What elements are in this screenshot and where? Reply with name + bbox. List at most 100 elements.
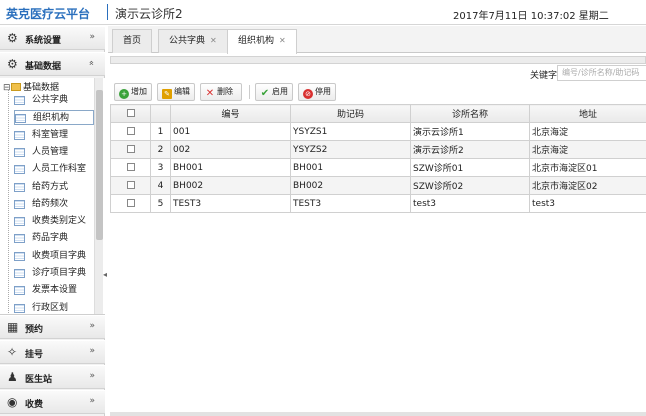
tree-item[interactable]: 诊疗项目字典 — [14, 266, 94, 281]
row-number: 3 — [150, 158, 171, 177]
checkbox-box[interactable] — [126, 163, 135, 171]
edit-icon: ✎ — [162, 89, 172, 99]
checkbox-box[interactable] — [126, 145, 135, 153]
list-icon — [14, 199, 25, 209]
header-divider — [107, 4, 108, 20]
tab-label: 组织机构 — [238, 36, 275, 46]
disable-button[interactable]: ⊘ 停用 — [298, 83, 336, 101]
select-all-checkbox[interactable] — [110, 104, 151, 123]
grid-header-row: 编号 助记码 诊所名称 地址 — [110, 104, 646, 123]
add-button[interactable]: + 增加 — [114, 83, 152, 101]
tree-item[interactable]: 公共字典 — [14, 93, 94, 108]
sidebar-section-system-settings[interactable]: ⚙ 系统设置 » — [0, 26, 105, 50]
cell-mnemonic: BH001 — [290, 158, 411, 177]
column-header-mnemonic[interactable]: 助记码 — [290, 104, 411, 123]
delete-button[interactable]: ✕ 删除 — [200, 83, 242, 101]
list-icon — [14, 251, 25, 261]
table-row[interactable]: 1 001 YSYZS1 演示云诊所1 北京海淀 — [110, 122, 646, 141]
tree-item-label: 收费类别定义 — [32, 216, 87, 227]
sidebar-section-doctor-station[interactable]: ♟ 医生站 » — [0, 365, 105, 389]
keyword-search-input[interactable]: 编号/诊所名称/助记码 — [557, 65, 646, 81]
cell-name: SZW诊所01 — [410, 158, 530, 177]
table-row[interactable]: 3 BH001 BH001 SZW诊所01 北京市海淀区01 — [110, 158, 646, 177]
list-icon — [14, 96, 25, 105]
row-checkbox[interactable] — [110, 158, 151, 177]
tree-item[interactable]: 人员工作科室 — [14, 162, 94, 177]
checkbox-box[interactable] — [126, 127, 135, 135]
tab-label: 首页 — [123, 36, 142, 46]
cell-name: test3 — [410, 194, 530, 213]
enable-button[interactable]: ✔ 启用 — [255, 83, 293, 101]
tree-item[interactable]: 收费类别定义 — [14, 214, 94, 229]
chevron-down-icon: » — [89, 346, 95, 356]
tree-item[interactable]: 行政区划 — [14, 301, 94, 314]
tab-label: 公共字典 — [169, 36, 206, 46]
tree-item[interactable]: 科室管理 — [14, 128, 94, 143]
cell-code: BH001 — [170, 158, 291, 177]
table-row[interactable]: 4 BH002 BH002 SZW诊所02 北京市海淀区02 — [110, 176, 646, 195]
tree-root[interactable]: ⊟ 基础数据 — [3, 80, 60, 93]
tree-item[interactable]: 组织机构 — [14, 110, 94, 126]
sidebar-collapse-handle[interactable]: ◂ — [103, 270, 108, 290]
collapse-toggle-icon[interactable]: ⊟ — [3, 83, 11, 93]
sidebar-section-billing[interactable]: ◉ 收费 » — [0, 390, 105, 414]
tree-guide-line — [8, 90, 9, 314]
column-header-address[interactable]: 地址 — [529, 104, 646, 123]
tree-item[interactable]: 给药频次 — [14, 197, 94, 212]
tree-scrollbar[interactable] — [94, 78, 103, 314]
tab-organization[interactable]: 组织机构 ✕ — [227, 29, 297, 54]
checkbox-box[interactable] — [126, 109, 135, 117]
tree-item-label: 给药频次 — [32, 198, 69, 209]
tree-item[interactable]: 收费项目字典 — [14, 249, 94, 264]
app-title: 英克医疗云平台 — [6, 7, 91, 21]
toolbar-divider — [249, 85, 250, 99]
tree-item[interactable]: 发票本设置 — [14, 283, 94, 298]
sidebar-section-registration[interactable]: ✧ 挂号 » — [0, 340, 105, 364]
close-icon[interactable]: ✕ — [279, 36, 286, 45]
list-icon — [14, 130, 25, 140]
chevron-down-icon: » — [89, 371, 95, 381]
row-checkbox[interactable] — [110, 122, 151, 141]
button-label: 停用 — [315, 87, 331, 96]
tree-item[interactable]: 给药方式 — [14, 180, 94, 195]
checkbox-box[interactable] — [126, 181, 135, 189]
settings-icon: ⚙ — [7, 57, 18, 71]
clinic-name: 演示云诊所2 — [115, 7, 183, 21]
column-header-clinic-name[interactable]: 诊所名称 — [410, 104, 530, 123]
column-header-code[interactable]: 编号 — [170, 104, 291, 123]
check-icon: ✔ — [260, 88, 270, 99]
button-label: 编辑 — [174, 87, 190, 96]
tree-root-label: 基础数据 — [23, 83, 60, 93]
basic-data-tree: ⊟ 基础数据 公共字典组织机构科室管理人员管理人员工作科室 给药方式给药频次收费类别… — [0, 78, 105, 315]
tab-home[interactable]: 首页 — [112, 29, 153, 53]
table-row[interactable]: 5 TEST3 TEST3 test3 test3 — [110, 194, 646, 213]
checkbox-box[interactable] — [126, 199, 135, 207]
chevron-up-icon: » — [87, 60, 98, 66]
tab-public-dictionary[interactable]: 公共字典 ✕ — [158, 29, 228, 53]
sidebar-section-basic-data[interactable]: ⚙ 基础数据 » — [0, 52, 105, 76]
edit-button[interactable]: ✎ 编辑 — [157, 83, 195, 101]
row-checkbox[interactable] — [110, 140, 151, 159]
row-checkbox[interactable] — [110, 176, 151, 195]
cell-mnemonic: YSYZS2 — [290, 140, 411, 159]
scrollbar-thumb[interactable] — [96, 90, 103, 240]
tree-item-label: 科室管理 — [32, 129, 69, 140]
tree-item-label: 公共字典 — [32, 95, 69, 105]
toolbar: 关键字 编号/诊所名称/助记码 + 增加 ✎ 编辑 ✕ 删除 ✔ 启用 ⊘ 停用 — [110, 64, 646, 104]
row-checkbox[interactable] — [110, 194, 151, 213]
grid-bottom-edge — [110, 412, 646, 416]
row-number: 4 — [150, 176, 171, 195]
cell-address: 北京市海淀区02 — [529, 176, 646, 195]
tree-item-label: 发票本设置 — [32, 285, 78, 296]
tree-item[interactable]: 人员管理 — [14, 145, 94, 160]
tree-item-label: 组织机构 — [33, 113, 70, 124]
tree-item[interactable]: 药品字典 — [14, 231, 94, 246]
sidebar-section-appointment[interactable]: ▦ 预约 » — [0, 315, 105, 339]
tree-item-label: 行政区划 — [32, 302, 69, 313]
table-row[interactable]: 2 002 YSYZS2 演示云诊所2 北京海淀 — [110, 140, 646, 159]
folder-open-icon — [11, 83, 21, 91]
close-icon[interactable]: ✕ — [210, 36, 217, 45]
section-label: 收费 — [25, 400, 44, 410]
list-icon — [14, 165, 25, 175]
cell-address: 北京海淀 — [529, 122, 646, 141]
